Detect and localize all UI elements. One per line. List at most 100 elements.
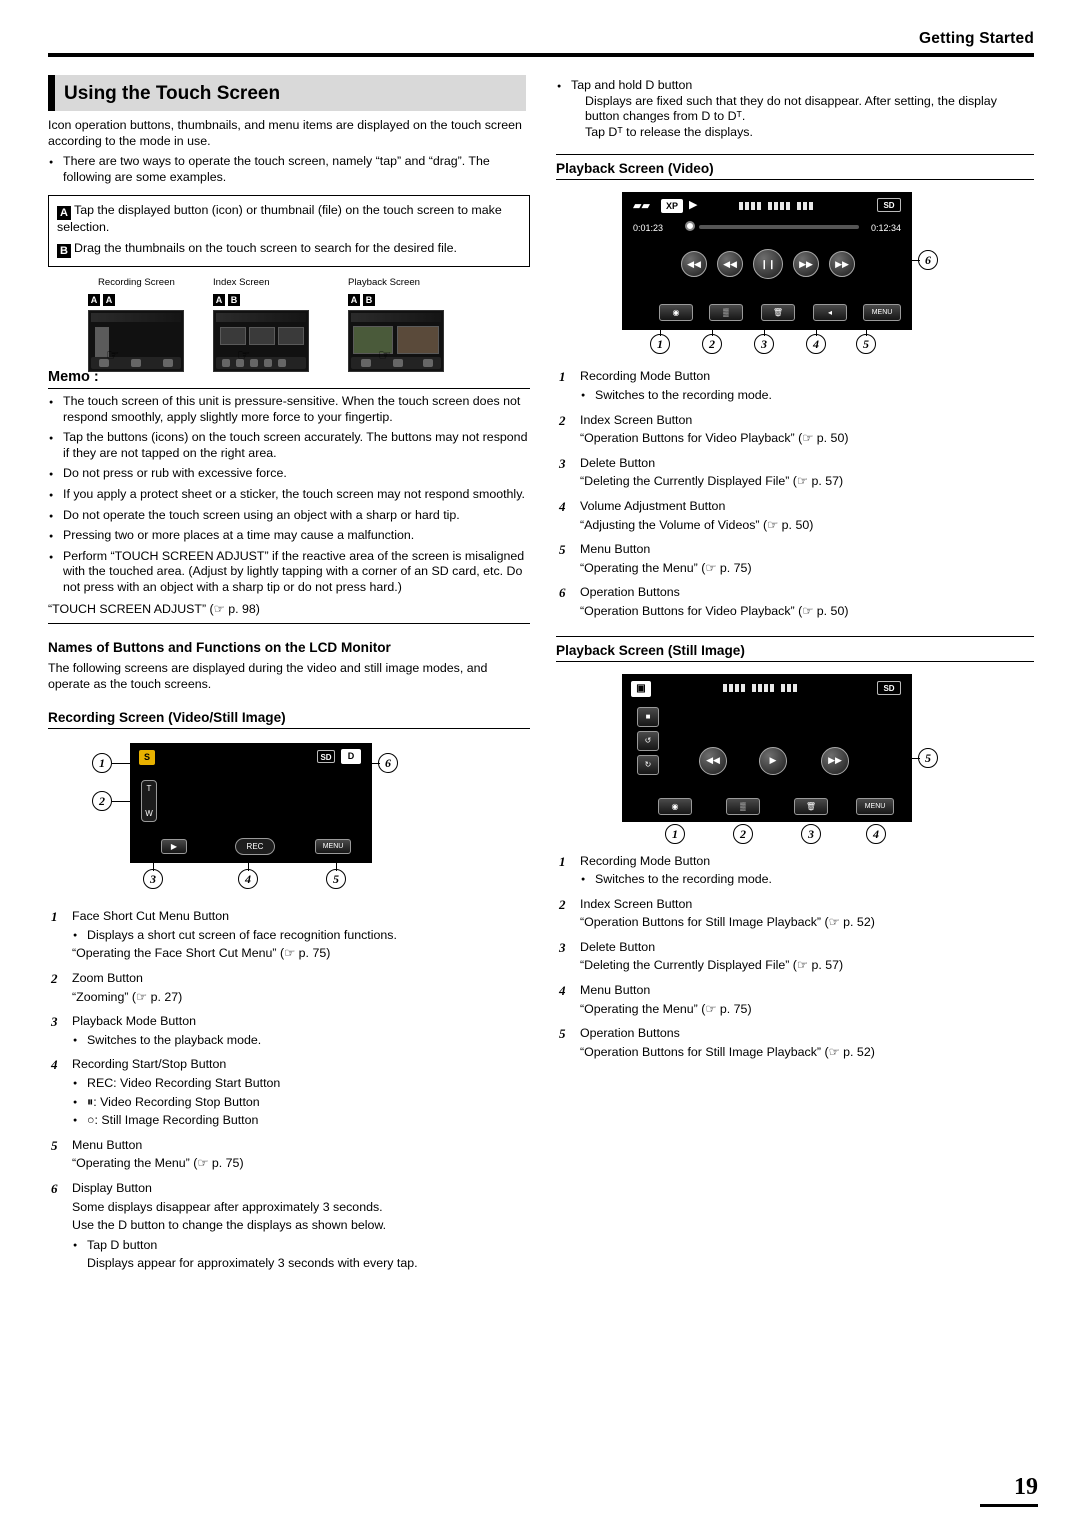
list-item: Do not press or rub with excessive force… [48, 466, 530, 483]
face-shortcut-icon[interactable]: S [139, 750, 155, 766]
item-bullet: Switches to the playback mode. [72, 1033, 530, 1049]
left-column: Icon operation buttons, thumbnails, and … [48, 118, 530, 1272]
op-skip-forward-button[interactable]: ▶▶ [829, 251, 855, 278]
volume-button[interactable]: ◂ [813, 304, 847, 322]
item-title: Playback Mode Button [72, 1014, 196, 1029]
memo-bullets: The touch screen of this unit is pressur… [48, 394, 530, 596]
op-pause-button[interactable]: ❙❙ [753, 249, 783, 280]
hand-pointer-icon: ☞ [106, 346, 120, 364]
video-heading-top-rule [556, 154, 1034, 156]
decor-button [131, 358, 141, 367]
lcd-playback-video-screen: ▰▰ XP ▶ SD 0:01:23 0:12:34 ◀◀ ◀◀ ❙❙ ▶▶ ▶… [622, 192, 912, 331]
seek-knob[interactable] [685, 221, 695, 232]
menu-button[interactable]: MENU [315, 839, 351, 855]
still-heading-top-rule [556, 635, 1034, 637]
playback-mode-button[interactable]: ▶ [161, 839, 187, 855]
item-bullet: ⏸: Video Recording Stop Button [72, 1095, 530, 1111]
op-previous-button[interactable]: ◀◀ [699, 746, 727, 775]
memo-rule [48, 387, 530, 389]
sd-card-icon: SD [877, 680, 901, 695]
item-title: Display Button [72, 1181, 152, 1195]
item-reference: “Operation Buttons for Still Image Playb… [580, 1044, 875, 1059]
manual-page: Getting Started Using the Touch Screen I… [0, 0, 1080, 1527]
side-button-2[interactable]: ↺ [637, 730, 659, 751]
example-caption: Recording Screen [98, 276, 175, 288]
list-item: There are two ways to operate the touch … [48, 154, 530, 185]
callout-leader [112, 763, 132, 765]
decor-tile [397, 325, 439, 354]
callout-6: 6 [378, 753, 398, 774]
callout-leader [866, 328, 867, 337]
menu-button[interactable]: MENU [856, 797, 894, 815]
intro-paragraph: Icon operation buttons, thumbnails, and … [48, 118, 522, 148]
quality-icon: XP [661, 199, 683, 214]
op-rewind-button[interactable]: ◀◀ [717, 251, 743, 278]
recording-screen-heading: Recording Screen (Video/Still Image) [48, 710, 286, 726]
chapter-accent [48, 75, 55, 111]
item-subbullet: Tap D button [72, 1238, 530, 1254]
op-skip-back-button[interactable]: ◀◀ [681, 251, 707, 278]
playback-still-figure: ▣ SD ■ ↺ ↻ ◀◀ ▶ ▶▶ ◉ ▒ 🗑 MENU 5 1 2 3 4 [556, 672, 1034, 844]
item-number: 6 [559, 585, 566, 601]
delete-button[interactable]: 🗑 [761, 304, 795, 322]
callout-leader [764, 328, 765, 337]
decor-strip [216, 312, 306, 322]
list-item: 6 Display Button Some displays disappear… [48, 1181, 530, 1272]
record-start-stop-button[interactable]: REC [235, 838, 275, 856]
callout-2: 2 [92, 791, 112, 812]
display-button[interactable]: D [341, 749, 361, 765]
callout-leader [906, 260, 920, 262]
op-next-button[interactable]: ▶▶ [821, 746, 849, 775]
item-number: 3 [559, 939, 566, 955]
lcd-recording-screen: S T W SD D ▶ REC MENU [130, 743, 372, 864]
seek-bar[interactable] [699, 225, 859, 230]
callout-5: 5 [918, 747, 938, 768]
lcd-playback-still-screen: ▣ SD ■ ↺ ↻ ◀◀ ▶ ▶▶ [622, 673, 912, 794]
decor-button [278, 358, 286, 367]
header-rule [48, 53, 1034, 57]
names-heading: Names of Buttons and Functions on the LC… [48, 640, 391, 656]
item-reference: “Zooming” (☞ p. 27) [72, 989, 183, 1004]
menu-button[interactable]: MENU [863, 304, 901, 322]
item-reference: “Operation Buttons for Video Playback” (… [580, 603, 849, 618]
play-status-icon: ▶ [689, 199, 698, 212]
label-a-badge: A [57, 206, 71, 221]
item-bullet: ○: Still Image Recording Button [72, 1113, 530, 1129]
side-button-3[interactable]: ↻ [637, 754, 659, 775]
item-number: 5 [51, 1137, 58, 1153]
item-title: Delete Button [580, 455, 656, 470]
tap-hold-line-1: Displays are fixed such that they do not… [585, 93, 997, 124]
zoom-wide-label: W [145, 809, 153, 819]
item-subbullet-text: Displays appear for approximately 3 seco… [87, 1256, 418, 1271]
decor-button [423, 358, 433, 367]
page-title: Using the Touch Screen [64, 83, 281, 104]
list-item: 3 Playback Mode Button Switches to the p… [48, 1014, 530, 1048]
item-number: 1 [559, 369, 566, 385]
delete-button[interactable]: 🗑 [794, 797, 828, 815]
recording-mode-button[interactable]: ◉ [659, 304, 693, 322]
decor-tile [249, 326, 275, 345]
item-reference-2: Use the D button to change the displays … [72, 1218, 387, 1233]
decor-tile [278, 326, 304, 345]
example-caption: Playback Screen [348, 276, 420, 288]
list-item: 4 Volume Adjustment Button “Adjusting th… [556, 499, 1034, 533]
item-number: 5 [559, 542, 566, 558]
sd-card-icon: SD [317, 750, 335, 764]
index-screen-button[interactable]: ▒ [726, 797, 760, 815]
callout-1: 1 [92, 753, 112, 774]
callout-5: 5 [326, 869, 346, 890]
item-title: Menu Button [580, 983, 651, 998]
index-screen-button[interactable]: ▒ [709, 304, 743, 322]
op-play-button[interactable]: ▶ [759, 746, 787, 775]
zoom-button[interactable]: T W [141, 780, 157, 823]
op-forward-button[interactable]: ▶▶ [793, 251, 819, 278]
page-section-title: Getting Started [919, 30, 1034, 47]
item-reference: Some displays disappear after approximat… [72, 1199, 383, 1214]
side-button-1[interactable]: ■ [637, 706, 659, 727]
item-reference: “Operating the Menu” (☞ p. 75) [580, 560, 752, 575]
decor-button [264, 358, 272, 367]
total-time: 0:12:34 [870, 223, 901, 234]
recording-mode-button[interactable]: ◉ [658, 797, 692, 815]
tap-drag-box: A Tap the displayed button (icon) or thum… [48, 195, 530, 267]
box-a-text: Tap the displayed button (icon) or thumb… [57, 203, 502, 235]
